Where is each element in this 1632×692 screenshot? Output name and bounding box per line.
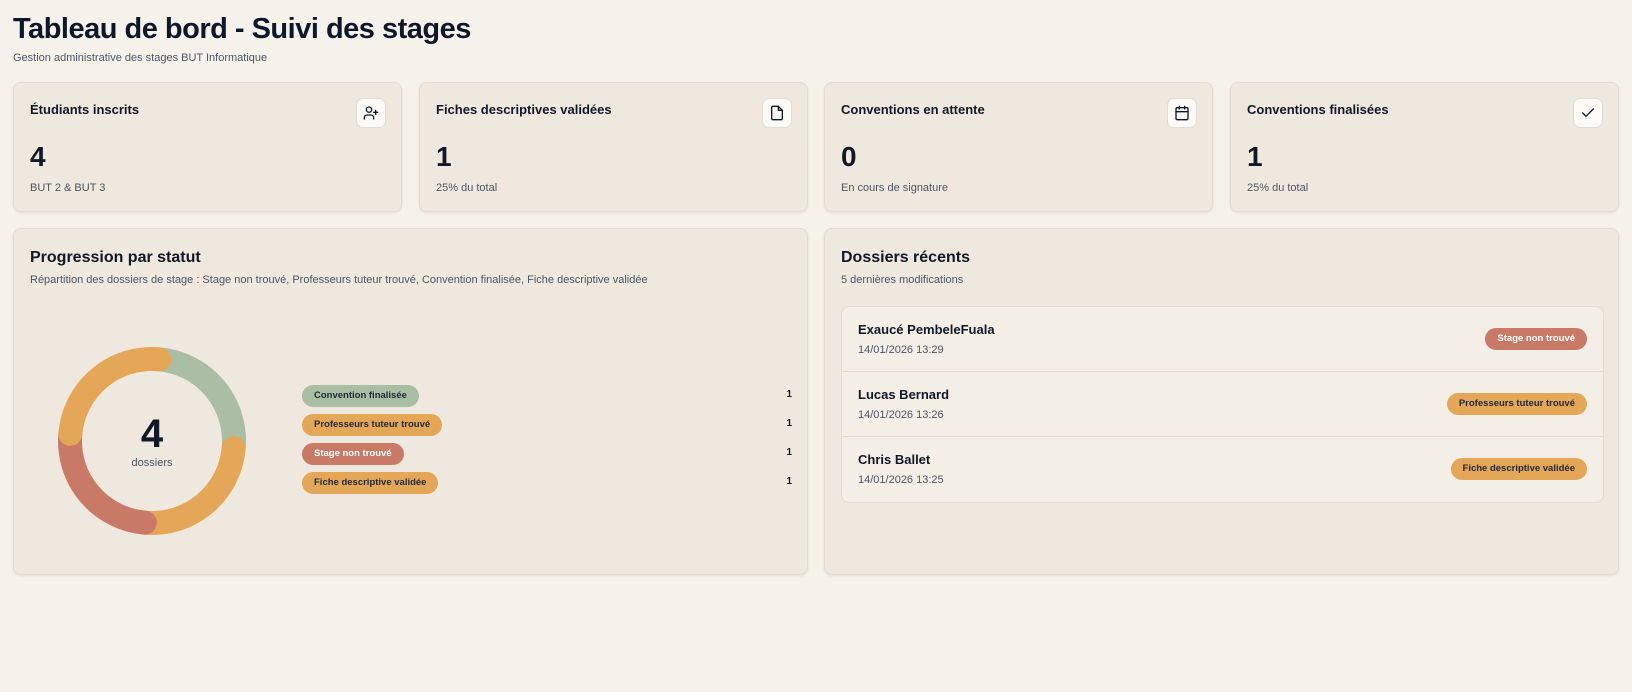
legend-item: Convention finalisée 1 (302, 385, 792, 414)
stat-value: 0 (841, 141, 857, 172)
file-icon (762, 98, 792, 128)
list-item[interactable]: Exaucé PembeleFuala 14/01/2026 13:29 Sta… (842, 307, 1603, 372)
recent-files-panel: Dossiers récents 5 dernières modificatio… (824, 228, 1619, 575)
status-badge: Professeurs tuteur trouvé (1446, 393, 1587, 415)
stat-title: Fiches descriptives validées (436, 102, 612, 117)
legend-count: 1 (786, 447, 792, 458)
student-name: Lucas Bernard (858, 387, 950, 402)
user-plus-icon (356, 98, 386, 128)
stat-title: Conventions en attente (841, 102, 985, 117)
page-title: Tableau de bord - Suivi des stages (13, 13, 471, 45)
chart-legend: Convention finalisée 1 Professeurs tuteu… (302, 385, 792, 501)
legend-count: 1 (786, 389, 792, 400)
stat-card-students: Étudiants inscrits 4 BUT 2 & BUT 3 (13, 82, 402, 212)
legend-pill: Stage non trouvé (302, 443, 404, 465)
modified-date: 14/01/2026 13:26 (858, 409, 944, 421)
stat-card-fiches: Fiches descriptives validées 1 25% du to… (419, 82, 808, 212)
recent-files-list: Exaucé PembeleFuala 14/01/2026 13:29 Sta… (841, 306, 1604, 503)
calendar-icon (1167, 98, 1197, 128)
donut-total: 4 (140, 412, 164, 456)
panel-description: 5 dernières modifications (841, 274, 964, 286)
student-name: Chris Ballet (858, 452, 931, 467)
legend-count: 1 (786, 418, 792, 429)
modified-date: 14/01/2026 13:29 (858, 344, 944, 356)
stat-card-conventions-finalized: Conventions finalisées 1 25% du total (1230, 82, 1619, 212)
status-badge: Stage non trouvé (1485, 328, 1587, 350)
stat-card-conventions-pending: Conventions en attente 0 En cours de sig… (824, 82, 1213, 212)
page-header: Tableau de bord - Suivi des stages Gesti… (13, 12, 471, 64)
stat-title: Étudiants inscrits (30, 102, 140, 117)
donut-center: 4 dossiers (52, 341, 252, 541)
legend-item: Fiche descriptive validée 1 (302, 472, 792, 501)
legend-pill: Professeurs tuteur trouvé (302, 414, 443, 436)
panel-title: Dossiers récents (841, 249, 970, 266)
legend-item: Professeurs tuteur trouvé 1 (302, 414, 792, 443)
donut-total-label: dossiers (131, 457, 173, 469)
modified-date: 14/01/2026 13:25 (858, 474, 944, 486)
list-item[interactable]: Chris Ballet 14/01/2026 13:25 Fiche desc… (842, 437, 1603, 502)
stat-subtext: 25% du total (436, 182, 498, 194)
stat-subtext: 25% du total (1247, 182, 1309, 194)
stat-subtext: En cours de signature (841, 182, 949, 194)
legend-count: 1 (786, 476, 792, 487)
donut-chart: 4 dossiers (52, 341, 252, 541)
stat-title: Conventions finalisées (1247, 102, 1389, 117)
progress-panel: Progression par statut Répartition des d… (13, 228, 808, 575)
stat-value: 1 (1247, 141, 1263, 172)
legend-pill: Convention finalisée (302, 385, 419, 407)
legend-pill: Fiche descriptive validée (302, 472, 439, 494)
legend-item: Stage non trouvé 1 (302, 443, 792, 472)
check-icon (1573, 98, 1603, 128)
stat-subtext: BUT 2 & BUT 3 (30, 182, 106, 194)
status-badge: Fiche descriptive validée (1450, 458, 1587, 480)
student-name: Exaucé PembeleFuala (858, 322, 995, 337)
stat-value: 1 (436, 141, 452, 172)
stat-value: 4 (30, 141, 46, 172)
panel-description: Répartition des dossiers de stage : Stag… (30, 274, 648, 286)
page-subtitle: Gestion administrative des stages BUT In… (13, 52, 268, 64)
list-item[interactable]: Lucas Bernard 14/01/2026 13:26 Professeu… (842, 372, 1603, 437)
panel-title: Progression par statut (30, 249, 201, 266)
